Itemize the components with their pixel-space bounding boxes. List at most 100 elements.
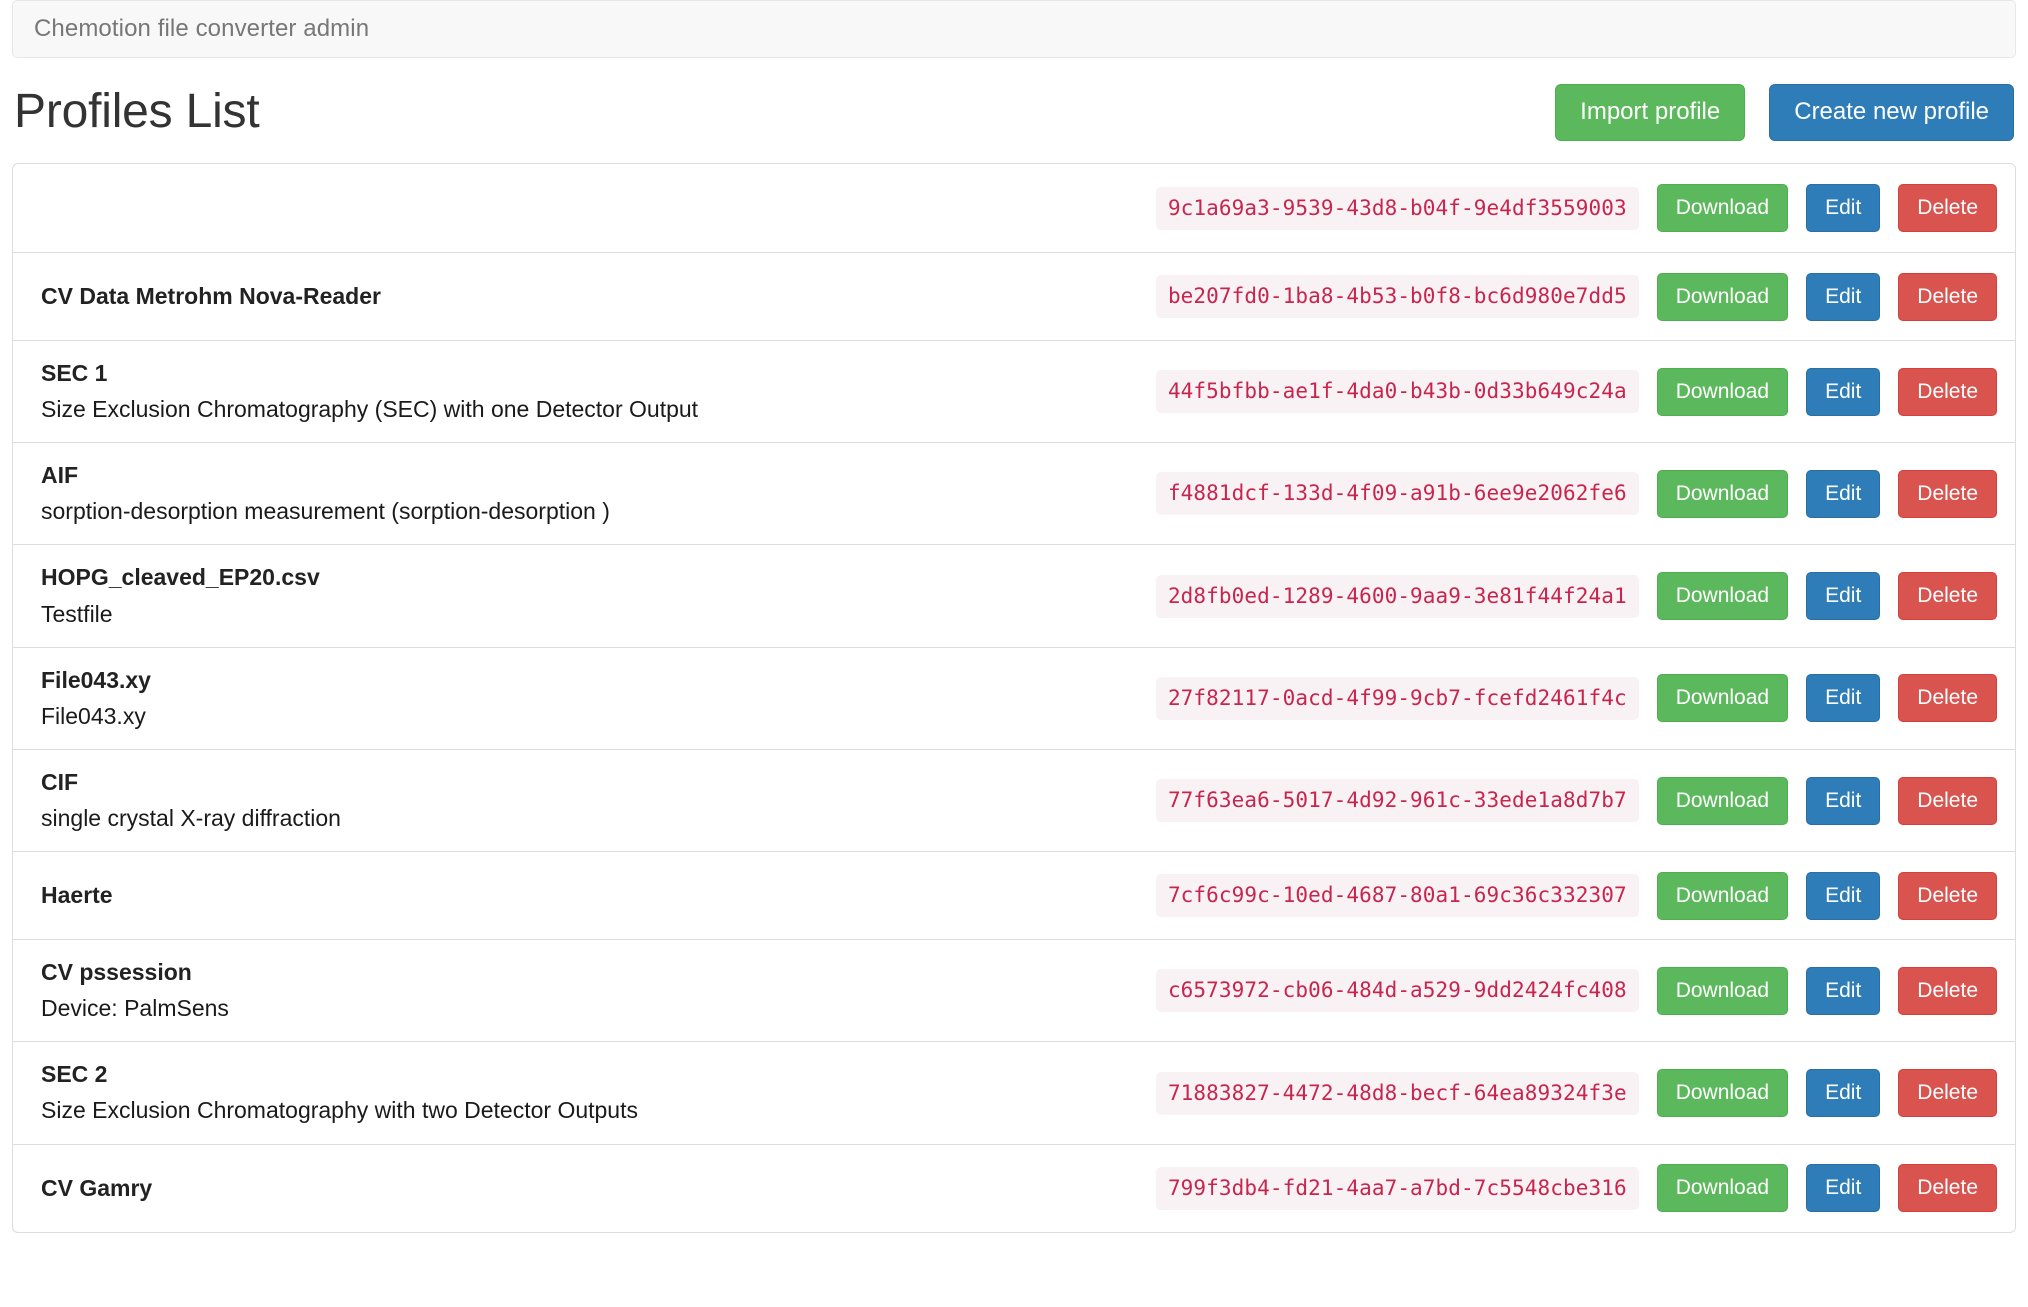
- table-row: Haerte 7cf6c99c-10ed-4687-80a1-69c36c3323…: [13, 851, 2015, 939]
- edit-button[interactable]: Edit: [1806, 966, 1881, 1015]
- profile-actions: 44f5bfbb-ae1f-4da0-b43b-0d33b649c24a Down…: [1155, 367, 1997, 416]
- profile-actions: 2d8fb0ed-1289-4600-9aa9-3e81f44f24a1 Down…: [1155, 572, 1997, 621]
- profile-text: HOPG_cleaved_EP20.csv Testfile: [41, 562, 1136, 629]
- profile-actions: 77f63ea6-5017-4d92-961c-33ede1a8d7b7 Down…: [1155, 776, 1997, 825]
- table-row: SEC 2 Size Exclusion Chromatography with …: [13, 1041, 2015, 1143]
- navbar: Chemotion file converter admin: [12, 0, 2016, 58]
- profile-title: SEC 1: [41, 360, 108, 386]
- table-row: CV pssession Device: PalmSens c6573972-cb0…: [13, 939, 2015, 1041]
- table-row: AIF sorption-desorption measurement (sorp…: [13, 442, 2015, 544]
- profile-title: File043.xy: [41, 666, 151, 693]
- edit-button[interactable]: Edit: [1806, 776, 1881, 825]
- profile-title: AIF: [41, 462, 79, 489]
- delete-button[interactable]: Delete: [1898, 674, 1997, 723]
- profile-uuid: f4881dcf-133d-4f09-a91b-6ee9e2062fe6: [1155, 472, 1639, 516]
- profile-uuid: 7cf6c99c-10ed-4687-80a1-69c36c332307: [1155, 874, 1639, 918]
- delete-button[interactable]: Delete: [1898, 1164, 1997, 1213]
- profile-uuid: 44f5bfbb-ae1f-4da0-b43b-0d33b649c24a: [1155, 370, 1639, 414]
- download-button[interactable]: Download: [1656, 871, 1789, 920]
- profile-title: HOPG_cleaved_EP20.csv: [41, 564, 320, 591]
- profile-actions: be207fd0-1ba8-4b53-b0f8-bc6d980e7dd5 Down…: [1155, 272, 1997, 321]
- profile-description: sorption-desorption measurement (sorptio…: [41, 498, 610, 525]
- delete-button[interactable]: Delete: [1898, 871, 1997, 920]
- delete-button[interactable]: Delete: [1898, 776, 1997, 825]
- profile-description: Device: PalmSens: [41, 995, 229, 1022]
- profile-description: Size Exclusion Chromatography with two D…: [41, 1097, 638, 1124]
- download-button[interactable]: Download: [1656, 272, 1789, 321]
- edit-button[interactable]: Edit: [1806, 469, 1881, 518]
- profile-description: single crystal X-ray diffraction: [41, 804, 341, 831]
- delete-button[interactable]: Delete: [1898, 367, 1997, 416]
- edit-button[interactable]: Edit: [1806, 272, 1881, 321]
- profile-title: CIF: [41, 768, 79, 795]
- profile-description: Testfile: [41, 600, 113, 627]
- download-button[interactable]: Download: [1656, 966, 1789, 1015]
- edit-button[interactable]: Edit: [1806, 1069, 1881, 1118]
- profile-description: Size Exclusion Chromatography (SEC) with…: [41, 396, 699, 423]
- download-button[interactable]: Download: [1656, 184, 1789, 232]
- profiles-list: 9c1a69a3-9539-43d8-b04f-9e4df3559003 Down…: [12, 163, 2016, 1233]
- profile-text: CIF single crystal X-ray diffraction: [41, 767, 1136, 834]
- profile-text: AIF sorption-desorption measurement (sorp…: [41, 460, 1136, 527]
- delete-button[interactable]: Delete: [1898, 966, 1997, 1015]
- profile-text: SEC 2 Size Exclusion Chromatography with …: [41, 1059, 1136, 1126]
- profile-actions: 71883827-4472-48d8-becf-64ea89324f3e Down…: [1155, 1069, 1997, 1118]
- profile-actions: 27f82117-0acd-4f99-9cb7-fcefd2461f4c Down…: [1155, 674, 1997, 723]
- table-row: SEC 1 Size Exclusion Chromatography (SEC)…: [13, 340, 2015, 442]
- table-row: HOPG_cleaved_EP20.csv Testfile 2d8fb0ed-12…: [13, 544, 2015, 646]
- delete-button[interactable]: Delete: [1898, 272, 1997, 321]
- profile-uuid: 9c1a69a3-9539-43d8-b04f-9e4df3559003: [1155, 186, 1639, 230]
- table-row: CIF single crystal X-ray diffraction 77f63…: [13, 748, 2015, 851]
- download-button[interactable]: Download: [1656, 572, 1789, 621]
- download-button[interactable]: Download: [1656, 1164, 1789, 1213]
- profile-uuid: 77f63ea6-5017-4d92-961c-33ede1a8d7b7: [1155, 779, 1639, 823]
- profile-description: File043.xy: [41, 702, 146, 729]
- page-header: Profiles List Import profile Create new …: [12, 58, 2016, 163]
- profile-actions: 799f3db4-fd21-4aa7-a7bd-7c5548cbe316 Down…: [1155, 1164, 1997, 1213]
- delete-button[interactable]: Delete: [1898, 572, 1997, 621]
- navbar-brand[interactable]: Chemotion file converter admin: [34, 17, 369, 41]
- import-profile-button[interactable]: Import profile: [1555, 84, 1746, 141]
- profile-uuid: 799f3db4-fd21-4aa7-a7bd-7c5548cbe316: [1155, 1166, 1639, 1210]
- profile-text: SEC 1 Size Exclusion Chromatography (SEC)…: [41, 358, 1136, 425]
- table-row: CV Gamry 799f3db4-fd21-4aa7-a7bd-7c5548cb…: [13, 1143, 2015, 1232]
- delete-button[interactable]: Delete: [1898, 469, 1997, 518]
- profile-title: CV pssession: [41, 959, 192, 986]
- create-new-profile-button[interactable]: Create new profile: [1769, 84, 2014, 141]
- download-button[interactable]: Download: [1656, 469, 1789, 518]
- profile-text: CV Gamry: [41, 1173, 1136, 1204]
- edit-button[interactable]: Edit: [1806, 674, 1881, 723]
- edit-button[interactable]: Edit: [1806, 1164, 1881, 1213]
- profile-actions: c6573972-cb06-484d-a529-9dd2424fc408 Down…: [1155, 966, 1997, 1015]
- download-button[interactable]: Download: [1656, 674, 1789, 723]
- table-row: CV Data Metrohm Nova-Reader be207fd0-1ba8…: [13, 252, 2015, 340]
- profile-actions: 7cf6c99c-10ed-4687-80a1-69c36c332307 Down…: [1155, 871, 1997, 920]
- edit-button[interactable]: Edit: [1806, 367, 1881, 416]
- profile-uuid: 71883827-4472-48d8-becf-64ea89324f3e: [1155, 1071, 1639, 1115]
- profile-uuid: be207fd0-1ba8-4b53-b0f8-bc6d980e7dd5: [1155, 275, 1639, 318]
- header-actions: Import profile Create new profile: [1555, 84, 2014, 141]
- profile-title: Haerte: [41, 882, 113, 909]
- profile-actions: 9c1a69a3-9539-43d8-b04f-9e4df3559003 Down…: [1155, 184, 1997, 232]
- page-root: Chemotion file converter admin Profiles …: [0, 0, 2028, 1307]
- edit-button[interactable]: Edit: [1806, 184, 1881, 232]
- profile-text: CV pssession Device: PalmSens: [41, 957, 1136, 1024]
- download-button[interactable]: Download: [1656, 367, 1789, 416]
- delete-button[interactable]: Delete: [1898, 184, 1997, 232]
- profile-text: Haerte: [41, 880, 1136, 911]
- profile-text: File043.xy File043.xy: [41, 665, 1136, 732]
- profile-uuid: 27f82117-0acd-4f99-9cb7-fcefd2461f4c: [1155, 676, 1639, 720]
- edit-button[interactable]: Edit: [1806, 572, 1881, 621]
- table-row: File043.xy File043.xy 27f82117-0acd-4f99-9…: [13, 646, 2015, 749]
- edit-button[interactable]: Edit: [1806, 871, 1881, 920]
- download-button[interactable]: Download: [1656, 1069, 1789, 1118]
- profile-uuid: 2d8fb0ed-1289-4600-9aa9-3e81f44f24a1: [1155, 574, 1639, 618]
- profile-text: CV Data Metrohm Nova-Reader: [41, 281, 1136, 312]
- page-title: Profiles List: [14, 85, 260, 139]
- profile-uuid: c6573972-cb06-484d-a529-9dd2424fc408: [1155, 969, 1639, 1013]
- profile-title: SEC 2: [41, 1061, 108, 1088]
- download-button[interactable]: Download: [1656, 776, 1789, 825]
- delete-button[interactable]: Delete: [1898, 1069, 1997, 1118]
- profile-title: CV Gamry: [41, 1174, 153, 1201]
- table-row: 9c1a69a3-9539-43d8-b04f-9e4df3559003 Down…: [13, 164, 2015, 252]
